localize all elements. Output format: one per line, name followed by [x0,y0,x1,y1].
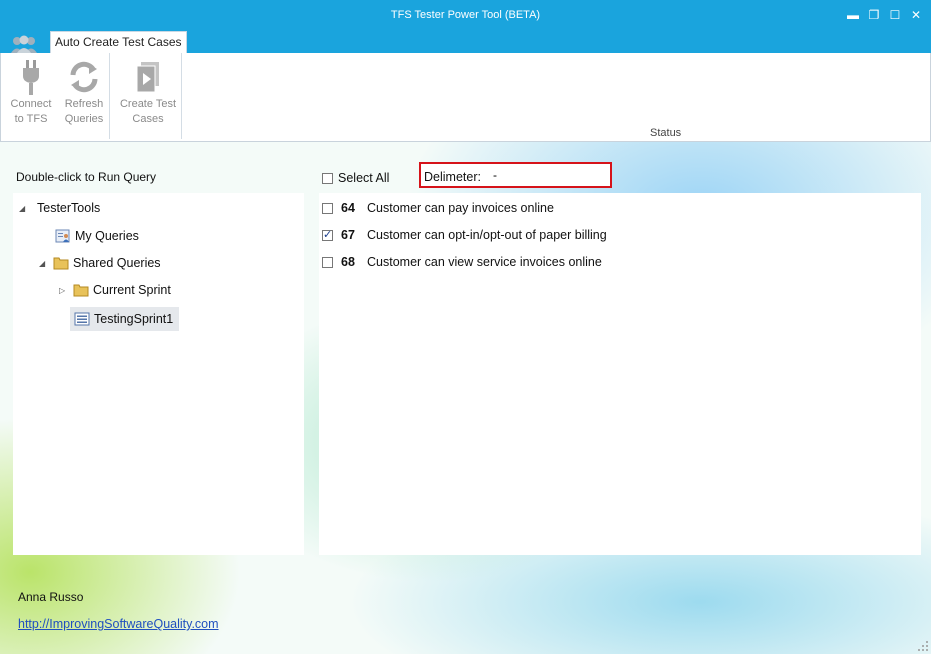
item-id: 67 [341,228,355,242]
minimize-icon[interactable]: ▬ [845,7,861,23]
author-name: Anna Russo [18,590,84,604]
window-title: TFS Tester Power Tool (BETA) [390,9,541,21]
restore-icon[interactable]: ❐ [866,7,882,23]
expanded-triangle-icon[interactable]: ◢ [39,259,49,268]
connect-to-tfs-label: Connect to TFS [10,98,52,125]
query-tree-header: Double-click to Run Query [16,170,157,184]
expanded-triangle-icon[interactable]: ◢ [19,204,29,213]
tree-node-label: Current Sprint [93,283,171,297]
item-checkbox[interactable] [322,256,333,268]
query-tree-panel: ◢ TesterTools My Queries ◢ Shared Querie… [13,193,304,555]
tree-node-shared-queries[interactable]: ◢ Shared Queries [39,252,161,274]
refresh-queries-button[interactable]: Refresh Queries [59,57,109,127]
status-label: Status [650,127,682,139]
refresh-icon [70,61,98,93]
title-bar: TFS Tester Power Tool (BETA) ▬ ❐ ☐ ✕ [0,0,931,31]
tree-node-testertools[interactable]: ◢ TesterTools [19,197,100,219]
create-test-icon [136,62,159,93]
tree-node-label: TestingSprint1 [94,312,174,326]
list-item[interactable]: 64 Customer can pay invoices online [322,198,554,218]
query-list-icon [74,312,90,326]
refresh-queries-label: Refresh Queries [64,98,104,125]
tab-auto-create-test-cases[interactable]: Auto Create Test Cases [50,31,187,54]
item-title: Customer can view service invoices onlin… [367,255,602,269]
create-test-cases-button[interactable]: Create Test Cases [115,57,181,127]
maximize-icon[interactable]: ☐ [887,7,903,23]
delimiter-label: Delimeter: [424,170,481,184]
resize-grip-icon[interactable] [917,640,929,652]
folder-icon [53,257,69,270]
delimiter-box: Delimeter: [419,162,612,188]
connect-to-tfs-button[interactable]: Connect to TFS [5,57,57,127]
list-item[interactable]: 68 Customer can view service invoices on… [322,252,602,272]
close-icon[interactable]: ✕ [908,7,924,23]
collapsed-triangle-icon[interactable]: ▷ [59,286,69,295]
item-checkbox[interactable] [322,228,333,241]
folder-icon [73,284,89,297]
select-all-control[interactable]: Select All [322,171,389,185]
plug-icon [23,60,39,95]
item-title: Customer can opt-in/opt-out of paper bil… [367,228,607,242]
website-link[interactable]: http://ImprovingSoftwareQuality.com [18,617,219,631]
item-id: 64 [341,201,355,215]
list-item[interactable]: 67 Customer can opt-in/opt-out of paper … [322,225,607,245]
test-case-list-panel [319,193,921,555]
delimiter-input[interactable] [493,166,603,184]
item-checkbox[interactable] [322,202,333,214]
tree-node-current-sprint[interactable]: ▷ Current Sprint [59,279,171,301]
select-all-label: Select All [338,171,390,185]
tree-node-label: Shared Queries [73,256,161,270]
app-menu-icon[interactable] [8,33,40,53]
ribbon-separator [109,53,110,139]
my-queries-icon [55,229,70,243]
tree-node-my-queries[interactable]: My Queries [51,225,139,247]
select-all-checkbox[interactable] [322,172,333,184]
create-test-cases-label: Create Test Cases [119,98,177,125]
ribbon-panel: Connect to TFS Refresh Queries Create Te… [0,53,931,142]
ribbon-separator [181,53,182,139]
item-title: Customer can pay invoices online [367,201,554,215]
tree-node-testingsprint1[interactable]: TestingSprint1 [70,307,180,331]
tree-node-label: My Queries [75,229,139,243]
app-window: TFS Tester Power Tool (BETA) ▬ ❐ ☐ ✕ Aut… [0,0,931,654]
item-id: 68 [341,255,355,269]
tree-node-label: TesterTools [37,201,101,215]
